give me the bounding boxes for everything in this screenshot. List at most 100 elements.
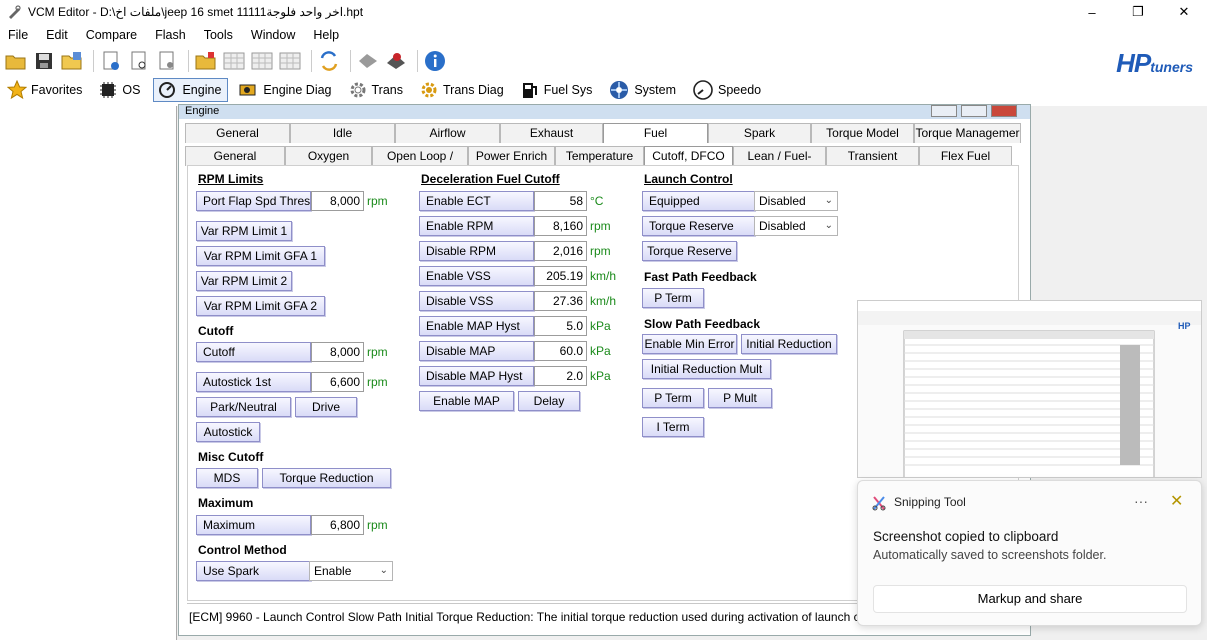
use-spark-button[interactable]: Use Spark: [196, 561, 311, 581]
nav-engine-diag[interactable]: Engine Diag: [234, 78, 338, 102]
save-icon[interactable]: [32, 49, 56, 73]
file-info-icon[interactable]: [99, 49, 123, 73]
equipped-select[interactable]: Disabled ⌄: [754, 191, 838, 211]
p-term-button[interactable]: P Term: [642, 388, 704, 408]
enable-rpm-value[interactable]: 8,160: [534, 216, 587, 236]
torque-reserve-select[interactable]: Disabled ⌄: [754, 216, 838, 236]
autostick-1st-value[interactable]: 6,600: [311, 372, 364, 392]
menu-flash[interactable]: Flash: [155, 28, 186, 42]
subtab-cutoff-dfco[interactable]: Cutoff, DFCO: [644, 146, 733, 166]
tab-fuel[interactable]: Fuel: [603, 123, 708, 143]
menu-tools[interactable]: Tools: [204, 28, 233, 42]
disable-map-value[interactable]: 60.0: [534, 341, 587, 361]
nav-engine[interactable]: Engine: [153, 78, 229, 102]
subtab-temperature-con[interactable]: Temperature Con: [555, 146, 644, 182]
file-search-icon[interactable]: [127, 49, 151, 73]
enable-map-button[interactable]: Enable MAP: [419, 391, 514, 411]
enable-map-hyst-button[interactable]: Enable MAP Hyst: [419, 316, 534, 336]
menu-help[interactable]: Help: [313, 28, 339, 42]
torque-reduction-button[interactable]: Torque Reduction: [262, 468, 391, 488]
maximum-button[interactable]: Maximum: [196, 515, 311, 535]
port-flap-spd-thres-button[interactable]: Port Flap Spd Thres W: [196, 191, 311, 211]
open-recent-icon[interactable]: [60, 49, 84, 73]
screenshot-thumbnail[interactable]: HP: [857, 300, 1202, 478]
engine-maximize-button[interactable]: [961, 105, 987, 117]
var-rpm-limit-1-button[interactable]: Var RPM Limit 1: [196, 221, 292, 241]
engine-close-button[interactable]: [991, 105, 1017, 117]
nav-trans[interactable]: Trans: [345, 78, 411, 102]
disable-map-hyst-value[interactable]: 2.0: [534, 366, 587, 386]
enable-rpm-button[interactable]: Enable RPM: [419, 216, 534, 236]
autostick-button[interactable]: Autostick: [196, 422, 260, 442]
initial-reduction-button[interactable]: Initial Reduction: [741, 334, 837, 354]
read-icon[interactable]: [356, 49, 380, 73]
torque-reserve-label-button[interactable]: Torque Reserve: [642, 216, 755, 236]
cutoff-button[interactable]: Cutoff: [196, 342, 311, 362]
info-icon[interactable]: [423, 49, 447, 73]
file-settings-icon[interactable]: [155, 49, 179, 73]
table-diff-icon[interactable]: [278, 49, 302, 73]
equipped-button[interactable]: Equipped: [642, 191, 755, 211]
tab-general[interactable]: General: [185, 123, 290, 143]
subtab-transient[interactable]: Transient: [826, 146, 919, 166]
delay-button[interactable]: Delay: [518, 391, 580, 411]
subtab-flex-fuel[interactable]: Flex Fuel: [919, 146, 1012, 166]
tab-idle[interactable]: Idle: [290, 123, 395, 143]
disable-vss-button[interactable]: Disable VSS: [419, 291, 534, 311]
subtab-open-loop-base[interactable]: Open Loop / Base: [372, 146, 468, 182]
sync-icon[interactable]: [317, 49, 341, 73]
disable-rpm-value[interactable]: 2,016: [534, 241, 587, 261]
park-neutral-button[interactable]: Park/Neutral: [196, 397, 291, 417]
tab-spark[interactable]: Spark: [708, 123, 811, 143]
table-icon[interactable]: [222, 49, 246, 73]
var-rpm-limit-gfa-1-button[interactable]: Var RPM Limit GFA 1: [196, 246, 325, 266]
more-options-icon[interactable]: ···: [1134, 493, 1148, 509]
open-folder-icon[interactable]: [4, 49, 28, 73]
menu-compare[interactable]: Compare: [86, 28, 137, 42]
disable-vss-value[interactable]: 27.36: [534, 291, 587, 311]
new-folder-icon[interactable]: [194, 49, 218, 73]
subtab-power-enrich[interactable]: Power Enrich: [468, 146, 555, 166]
nav-os[interactable]: OS: [95, 78, 147, 102]
menu-edit[interactable]: Edit: [46, 28, 68, 42]
engine-minimize-button[interactable]: [931, 105, 957, 117]
tab-airflow[interactable]: Airflow: [395, 123, 500, 143]
var-rpm-limit-gfa-2-button[interactable]: Var RPM Limit GFA 2: [196, 296, 325, 316]
maximize-button[interactable]: ❐: [1115, 0, 1161, 24]
disable-rpm-button[interactable]: Disable RPM: [419, 241, 534, 261]
enable-ect-button[interactable]: Enable ECT: [419, 191, 534, 211]
menu-window[interactable]: Window: [251, 28, 295, 42]
port-flap-spd-thres-value[interactable]: 8,000: [311, 191, 364, 211]
drive-button[interactable]: Drive: [295, 397, 357, 417]
tab-torque-model[interactable]: Torque Model: [811, 123, 914, 143]
menu-file[interactable]: File: [8, 28, 28, 42]
maximum-value[interactable]: 6,800: [311, 515, 364, 535]
mds-button[interactable]: MDS: [196, 468, 258, 488]
torque-reserve-button[interactable]: Torque Reserve: [642, 241, 737, 261]
close-button[interactable]: ✕: [1161, 0, 1207, 24]
close-icon[interactable]: ✕: [1170, 491, 1183, 511]
enable-min-error-button[interactable]: Enable Min Error: [642, 334, 737, 354]
enable-vss-button[interactable]: Enable VSS: [419, 266, 534, 286]
cutoff-value[interactable]: 8,000: [311, 342, 364, 362]
table-compare-icon[interactable]: [250, 49, 274, 73]
nav-system[interactable]: System: [605, 78, 683, 102]
minimize-button[interactable]: –: [1069, 0, 1115, 24]
disable-map-button[interactable]: Disable MAP: [419, 341, 534, 361]
write-icon[interactable]: [384, 49, 408, 73]
disable-map-hyst-button[interactable]: Disable MAP Hyst: [419, 366, 534, 386]
fast-p-term-button[interactable]: P Term: [642, 288, 704, 308]
var-rpm-limit-2-button[interactable]: Var RPM Limit 2: [196, 271, 292, 291]
nav-fuel-sys[interactable]: Fuel Sys: [517, 78, 600, 102]
tab-torque-management[interactable]: Torque Managemer: [914, 123, 1021, 143]
subtab-general[interactable]: General: [185, 146, 285, 166]
enable-map-hyst-value[interactable]: 5.0: [534, 316, 587, 336]
autostick-1st-button[interactable]: Autostick 1st: [196, 372, 311, 392]
nav-favorites[interactable]: Favorites: [4, 78, 89, 102]
enable-ect-value[interactable]: 58: [534, 191, 587, 211]
p-mult-button[interactable]: P Mult: [708, 388, 772, 408]
use-spark-select[interactable]: Enable ⌄: [309, 561, 393, 581]
subtab-oxygen-sensors[interactable]: Oxygen Sensors: [285, 146, 372, 182]
enable-vss-value[interactable]: 205.19: [534, 266, 587, 286]
markup-and-share-button[interactable]: Markup and share: [873, 585, 1187, 613]
